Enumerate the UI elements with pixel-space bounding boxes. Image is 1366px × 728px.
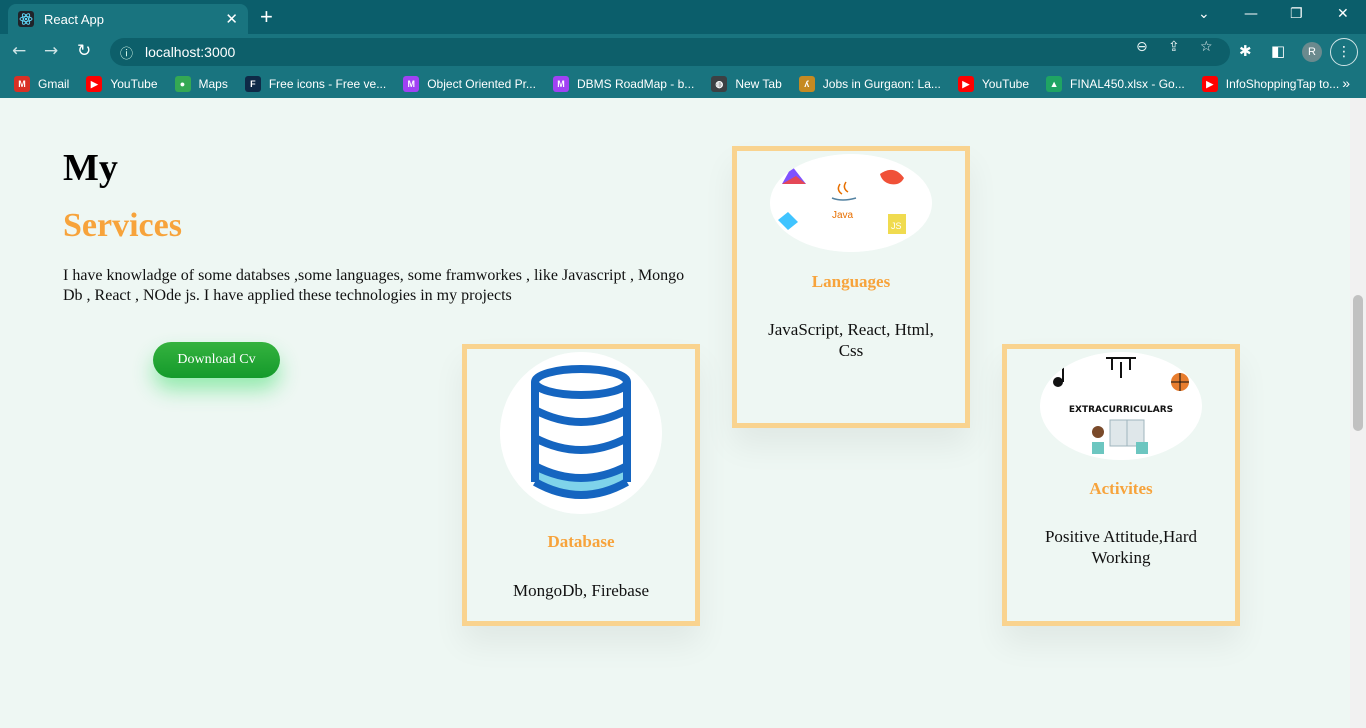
- reload-icon[interactable]: ↻: [77, 41, 91, 61]
- bookmark-item[interactable]: F Free icons - Free ve...: [244, 76, 387, 92]
- page-viewport: My Services I have knowladge of some dat…: [0, 98, 1350, 728]
- bookmark-label: Object Oriented Pr...: [427, 77, 536, 91]
- drive-icon: ▲: [1046, 76, 1063, 92]
- minimize-button[interactable]: —: [1244, 6, 1258, 22]
- bookmark-label: YouTube: [981, 77, 1030, 91]
- maps-icon: ●: [174, 76, 191, 92]
- languages-card-title: Languages: [811, 272, 891, 291]
- languages-card-description: JavaScript, React, Html, Css: [768, 320, 934, 360]
- address-url[interactable]: localhost:3000: [145, 44, 235, 60]
- side-panel-icon[interactable]: ◧: [1271, 42, 1285, 60]
- bookmark-item[interactable]: ʎ Jobs in Gurgaon: La...: [798, 76, 941, 92]
- bookmark-item[interactable]: ▶ YouTube: [86, 76, 158, 92]
- new-tab-button[interactable]: +: [260, 6, 273, 28]
- bookmark-item[interactable]: ▶ InfoShoppingTap to...: [1201, 76, 1340, 92]
- share-icon[interactable]: ⇪: [1168, 39, 1180, 55]
- hero-description: I have knowladge of some databses ,some …: [63, 267, 685, 304]
- activities-card: EXTRACURRICULARS Activites Positive Atti…: [1002, 344, 1240, 626]
- browser-menu-icon[interactable]: ⋮: [1330, 38, 1358, 66]
- forward-icon[interactable]: →: [44, 41, 58, 61]
- extracurriculars-icon: EXTRACURRICULARS: [1040, 352, 1202, 460]
- bookmark-item[interactable]: ◍ New Tab: [711, 76, 782, 92]
- bookmark-item[interactable]: M DBMS RoadMap - b...: [552, 76, 695, 92]
- bookmark-label: YouTube: [110, 77, 158, 91]
- bookmark-label: DBMS RoadMap - b...: [576, 77, 695, 91]
- tab-react-app[interactable]: React App ✕: [8, 4, 248, 34]
- browser-toolbar: ← → ↻ ⓘ localhost:3000 ⊖ ⇪ ☆ ✱ ◧ R ⋮: [0, 34, 1366, 70]
- download-cv-button[interactable]: Download Cv: [153, 342, 280, 378]
- database-card: Database MongoDb, Firebase: [462, 344, 700, 626]
- bookmark-label: Gmail: [38, 77, 70, 91]
- bookmark-star-icon[interactable]: ☆: [1200, 39, 1213, 55]
- activities-card-description: Positive Attitude,Hard Working: [1044, 527, 1198, 567]
- bookmark-item[interactable]: M Object Oriented Pr...: [403, 76, 536, 92]
- react-icon: [18, 11, 34, 27]
- address-bar[interactable]: ⓘ localhost:3000: [110, 38, 1230, 66]
- scrollbar-thumb[interactable]: [1353, 295, 1363, 431]
- bookmark-label: Free icons - Free ve...: [268, 77, 387, 91]
- restore-button[interactable]: ❐: [1290, 6, 1303, 22]
- tab-strip: React App ✕ + ⌄ — ❐ ✕: [0, 0, 1366, 34]
- bookmarks-more-icon[interactable]: »: [1342, 75, 1350, 91]
- languages-logo-icon: Java JS: [770, 154, 932, 252]
- bookmarks-bar: M Gmail ▶ YouTube ● Maps F Free icons - Free ve…: [0, 70, 1366, 98]
- bookmark-label: Jobs in Gurgaon: La...: [822, 77, 941, 91]
- svg-text:JS: JS: [891, 221, 902, 231]
- globe-icon: ◍: [711, 76, 728, 92]
- database-card-description: MongoDb, Firebase: [513, 581, 649, 600]
- activities-card-title: Activites: [1089, 479, 1153, 498]
- languages-card: Java JS Languages JavaScript, React, Htm…: [732, 146, 970, 428]
- m-icon: M: [403, 76, 420, 92]
- tab-search-chevron-icon[interactable]: ⌄: [1198, 6, 1210, 22]
- profile-avatar[interactable]: R: [1302, 42, 1322, 62]
- youtube-icon: ▶: [1201, 76, 1218, 92]
- zoom-icon[interactable]: ⊖: [1136, 39, 1148, 55]
- bookmark-item[interactable]: ▶ YouTube: [957, 76, 1030, 92]
- gmail-icon: M: [14, 76, 30, 92]
- database-icon: [500, 352, 662, 514]
- back-icon[interactable]: ←: [12, 41, 26, 61]
- bookmark-item[interactable]: ▲ FINAL450.xlsx - Go...: [1046, 76, 1185, 92]
- bookmark-label: InfoShoppingTap to...: [1225, 77, 1340, 91]
- bookmark-item[interactable]: ● Maps: [174, 76, 228, 92]
- database-card-title: Database: [547, 532, 615, 551]
- youtube-icon: ▶: [957, 76, 974, 92]
- tab-close-icon[interactable]: ✕: [225, 10, 238, 28]
- close-window-button[interactable]: ✕: [1337, 6, 1349, 22]
- extensions-icon[interactable]: ✱: [1239, 42, 1252, 60]
- site-info-icon[interactable]: ⓘ: [120, 43, 133, 62]
- flaticon-icon: F: [244, 76, 261, 92]
- jobs-icon: ʎ: [798, 76, 815, 92]
- bookmark-label: FINAL450.xlsx - Go...: [1070, 77, 1185, 91]
- m-icon: M: [552, 76, 569, 92]
- youtube-icon: ▶: [86, 76, 103, 92]
- bookmark-item[interactable]: M Gmail: [14, 76, 69, 92]
- page-scrollbar[interactable]: [1350, 98, 1366, 728]
- bookmark-label: Maps: [198, 77, 228, 91]
- hero-title-my: My: [63, 147, 118, 189]
- tab-title: React App: [44, 11, 104, 27]
- bookmark-label: New Tab: [735, 77, 782, 91]
- java-logo-label: Java: [832, 210, 854, 221]
- extracurriculars-logo-label: EXTRACURRICULARS: [1069, 405, 1173, 415]
- hero-title-services: Services: [63, 207, 182, 244]
